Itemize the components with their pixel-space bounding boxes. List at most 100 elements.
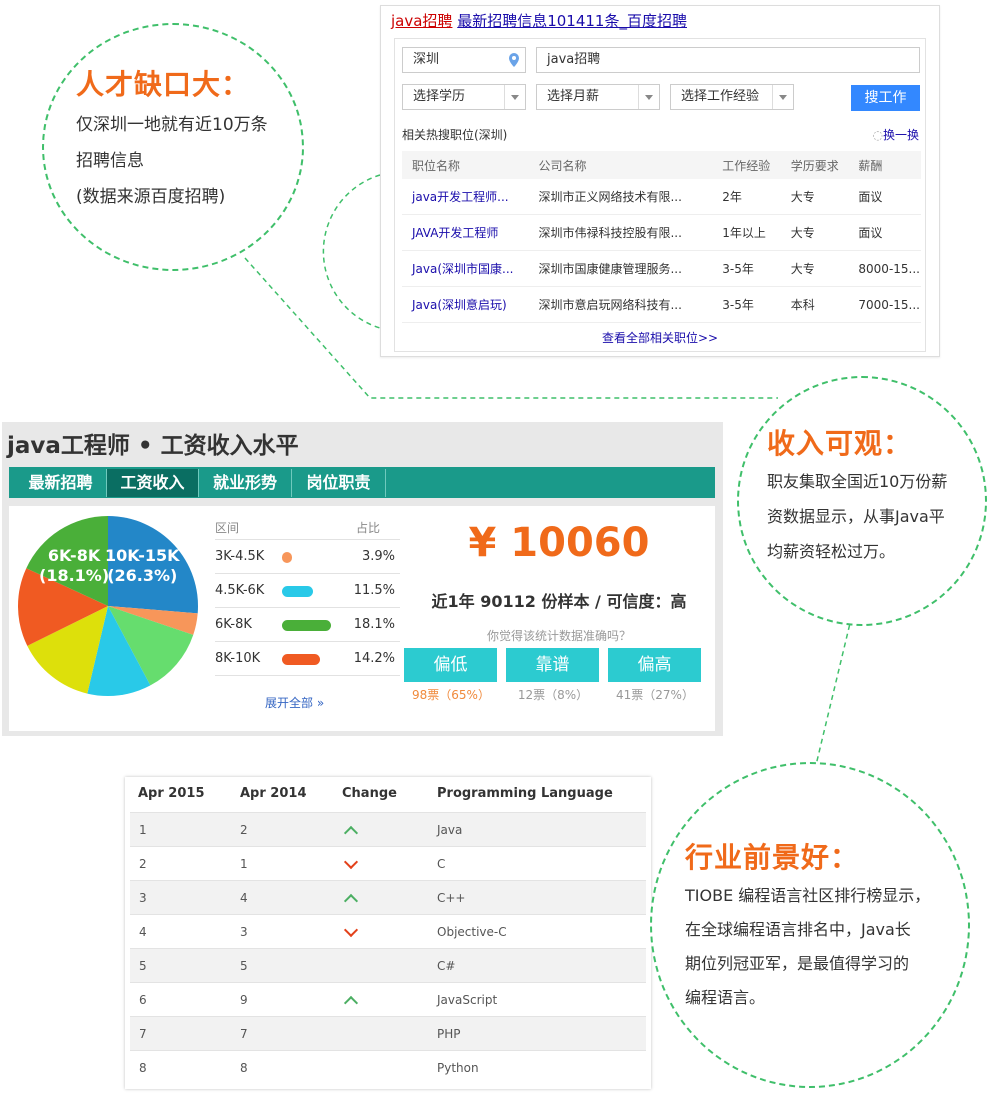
baidu-jobs-panel: java招聘 最新招聘信息101411条_百度招聘 深圳 java招聘 选择学历… <box>380 5 940 357</box>
pie-label-10k-15k: 10K-15K (26.3%) <box>105 546 180 586</box>
column-header: Programming Language <box>437 786 613 801</box>
title-keyword[interactable]: java招聘 <box>391 12 452 30</box>
title-rest[interactable]: 最新招聘信息101411条_百度招聘 <box>457 12 687 30</box>
expand-all-link[interactable]: 展开全部 » <box>265 694 324 711</box>
vote-low-button[interactable]: 偏低 <box>404 648 497 682</box>
rank-2015: 4 <box>139 925 147 939</box>
salary-select[interactable]: 选择月薪 <box>536 84 660 110</box>
search-jobs-button[interactable]: 搜工作 <box>851 85 920 111</box>
column-header: 学历要求 <box>780 151 849 179</box>
table-row[interactable]: Java(深圳意启玩) 深圳市意启玩网络科技有... 3-5年 本科 7000-15..… <box>402 286 921 323</box>
callout-line: 招聘信息 <box>76 151 144 171</box>
range-row: 8K-10K 14.2% <box>215 642 400 676</box>
arrow-up-icon <box>343 825 359 841</box>
rank-2014: 5 <box>240 959 248 973</box>
column-header: 职位名称 <box>402 151 529 179</box>
range-swatch <box>282 552 292 563</box>
pay-cell: 面议 <box>848 214 921 251</box>
pay-cell: 7000-15... <box>848 286 921 323</box>
pie-label-range: 6K-8K <box>47 546 101 565</box>
rank-2015: 5 <box>139 959 147 973</box>
range-label: 4.5K-6K <box>215 583 265 598</box>
range-swatch <box>282 620 331 631</box>
table-row: 4 3 Objective-C <box>130 914 646 949</box>
company-cell: 深圳市伟禄科技控股有限... <box>528 214 713 251</box>
arrow-up-icon <box>343 893 359 909</box>
vote-count: 41票（27%） <box>616 688 694 702</box>
table-row: 3 4 C++ <box>130 880 646 915</box>
column-header: Apr 2014 <box>240 786 307 801</box>
city-field[interactable]: 深圳 <box>402 47 526 73</box>
prospect-callout: 行业前景好： TIOBE 编程语言社区排行榜显示， 在全球编程语言排名中，Jav… <box>650 762 970 1088</box>
language: Objective-C <box>437 925 507 939</box>
callout-line: 编程语言。 <box>685 988 766 1007</box>
talent-gap-callout: 人才缺口大： 仅深圳一地就有近10万条 招聘信息 (数据来源百度招聘) <box>42 23 304 271</box>
arrow-up-icon <box>343 995 359 1011</box>
arrow-down-icon <box>343 854 359 870</box>
share-header: 占比 <box>356 521 381 535</box>
job-title-link[interactable]: Java(深圳市国康... <box>402 250 529 287</box>
pay-cell: 面议 <box>848 179 921 215</box>
rank-2014: 2 <box>240 823 248 837</box>
pie-label-pct: (26.3%) <box>107 566 178 585</box>
language: C++ <box>437 891 466 905</box>
column-header: 工作经验 <box>712 151 781 179</box>
pie-label-range: 10K-15K <box>105 546 180 565</box>
refresh-link[interactable]: ◌换一换 <box>873 126 920 143</box>
table-row: 1 2 Java <box>130 812 646 847</box>
refresh-label: 换一换 <box>882 128 919 142</box>
accuracy-question: 你觉得该统计数据准确吗？ <box>486 629 631 643</box>
range-pct: 18.1% <box>353 617 395 632</box>
rank-2014: 3 <box>240 925 248 939</box>
pie-label-6k-8k: 6K-8K (18.1%) <box>39 546 109 586</box>
callout-title: 行业前景好： <box>685 841 860 874</box>
range-row: 3K-4.5K 3.9% <box>215 540 400 574</box>
job-title-link[interactable]: java开发工程师... <box>402 179 529 215</box>
vote-high-button[interactable]: 偏高 <box>608 648 701 682</box>
rank-2015: 7 <box>139 1027 147 1041</box>
range-label: 3K-4.5K <box>215 549 265 564</box>
language: Python <box>437 1061 479 1075</box>
range-header: 区间 <box>215 521 240 535</box>
salary-content: 6K-8K (18.1%) 10K-15K (26.3%) 区间 占比 3K-4… <box>9 506 715 731</box>
job-title-link[interactable]: JAVA开发工程师 <box>402 214 529 251</box>
education-cell: 大专 <box>780 179 849 215</box>
range-label: 6K-8K <box>215 617 252 632</box>
column-header: 公司名称 <box>528 151 713 179</box>
view-all-jobs-link[interactable]: 查看全部相关职位>> <box>395 329 925 346</box>
range-pct: 14.2% <box>353 651 395 666</box>
vote-count: 12票（8%） <box>517 688 589 702</box>
location-pin-icon <box>509 53 519 67</box>
table-row[interactable]: JAVA开发工程师 深圳市伟禄科技控股有限... 1年以上 大专 面议 <box>402 214 921 251</box>
job-title-link[interactable]: Java(深圳意启玩) <box>402 286 529 323</box>
company-cell: 深圳市国康健康管理服务... <box>528 250 713 287</box>
education-cell: 大专 <box>780 250 849 287</box>
experience-select[interactable]: 选择工作经验 <box>670 84 794 110</box>
search-result-title[interactable]: java招聘 最新招聘信息101411条_百度招聘 <box>391 10 687 31</box>
table-row: 5 5 C# <box>130 948 646 983</box>
range-swatch <box>282 586 313 597</box>
table-row[interactable]: java开发工程师... 深圳市正义网络技术有限... 2年 大专 面议 <box>402 179 921 215</box>
rank-2014: 1 <box>240 857 248 871</box>
language: C <box>437 857 446 871</box>
rank-2014: 8 <box>240 1061 248 1075</box>
select-value: 选择学历 <box>413 89 466 104</box>
rank-2014: 7 <box>240 1027 248 1041</box>
column-header: Change <box>342 786 397 801</box>
tab-employment[interactable]: 就业形势 <box>199 469 292 497</box>
tab-salary[interactable]: 工资收入 <box>107 469 199 497</box>
table-row: 2 1 C <box>130 846 646 881</box>
tab-duties[interactable]: 岗位职责 <box>292 469 386 497</box>
education-select[interactable]: 选择学历 <box>402 84 526 110</box>
tab-latest-jobs[interactable]: 最新招聘 <box>15 469 107 497</box>
rank-2015: 1 <box>139 823 147 837</box>
table-row[interactable]: Java(深圳市国康... 深圳市国康健康管理服务... 3-5年 大专 8000-15… <box>402 250 921 287</box>
select-value: 选择月薪 <box>547 89 600 104</box>
salary-tabs: 最新招聘 工资收入 就业形势 岗位职责 <box>9 467 715 498</box>
education-cell: 大专 <box>780 214 849 251</box>
experience-cell: 3-5年 <box>712 250 781 287</box>
vote-accurate-button[interactable]: 靠谱 <box>506 648 599 682</box>
keyword-input[interactable]: java招聘 <box>536 47 920 73</box>
rank-2015: 6 <box>139 993 147 1007</box>
city-value: 深圳 <box>413 52 440 67</box>
